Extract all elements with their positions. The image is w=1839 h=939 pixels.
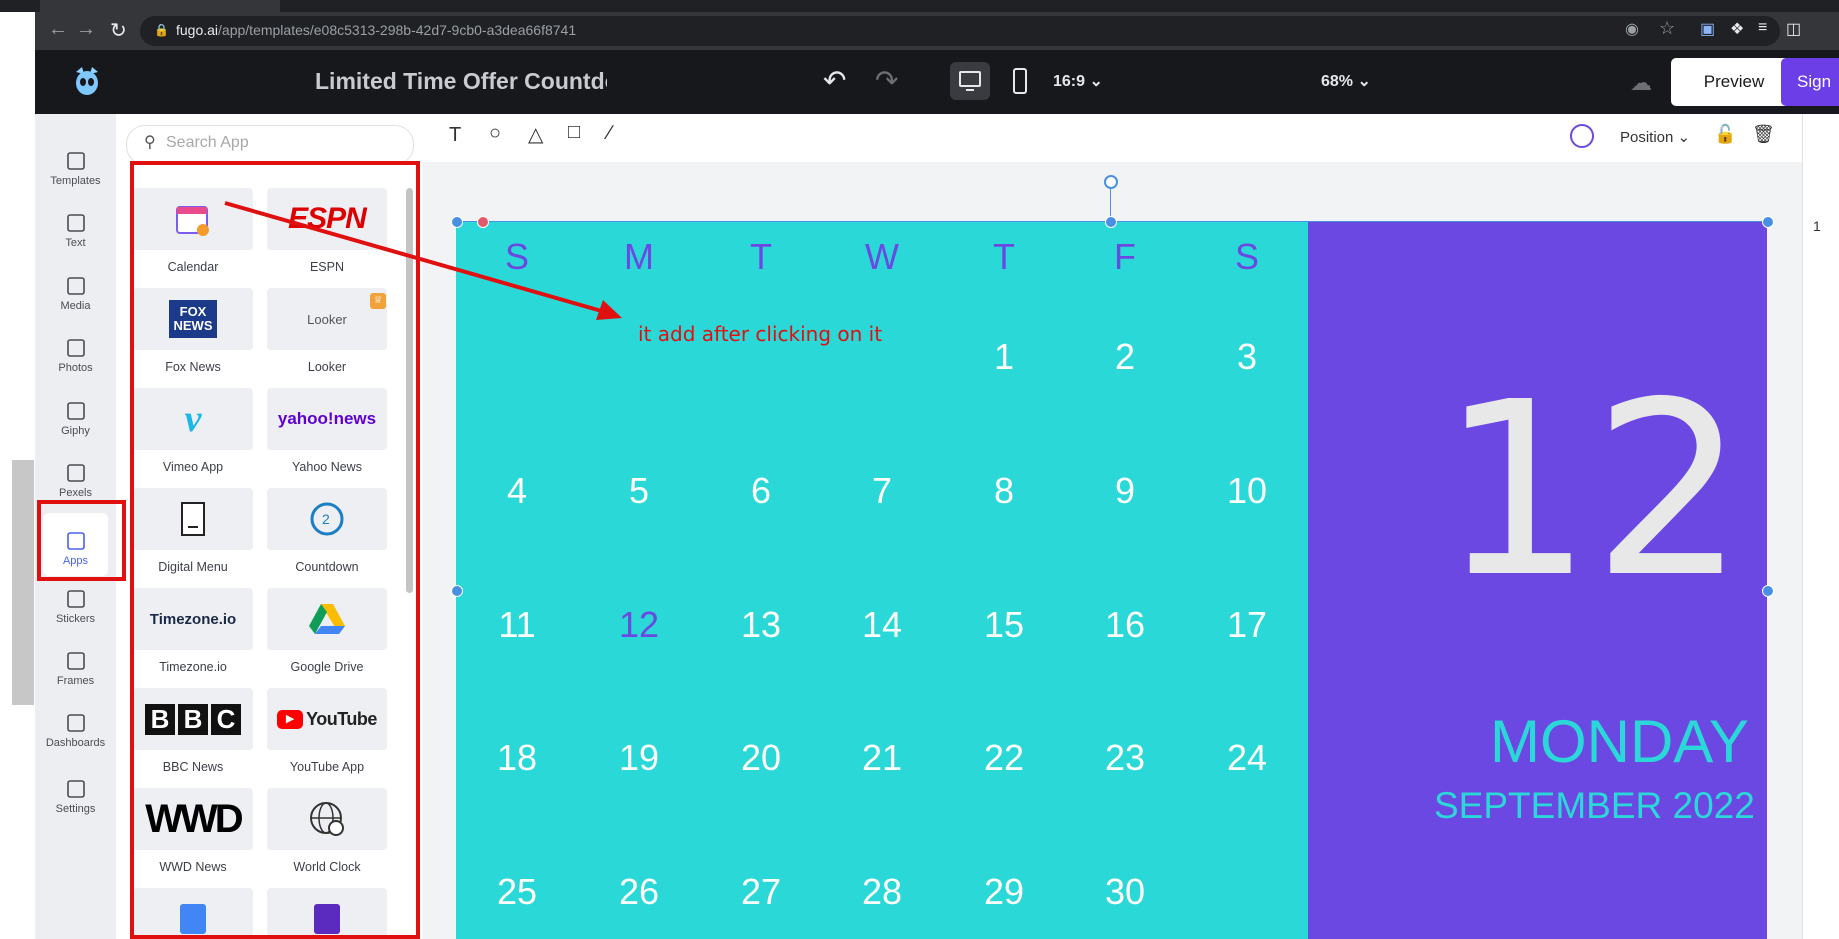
annotation-text: it add after clicking on it bbox=[638, 322, 883, 346]
annotation-arrow bbox=[224, 201, 622, 320]
